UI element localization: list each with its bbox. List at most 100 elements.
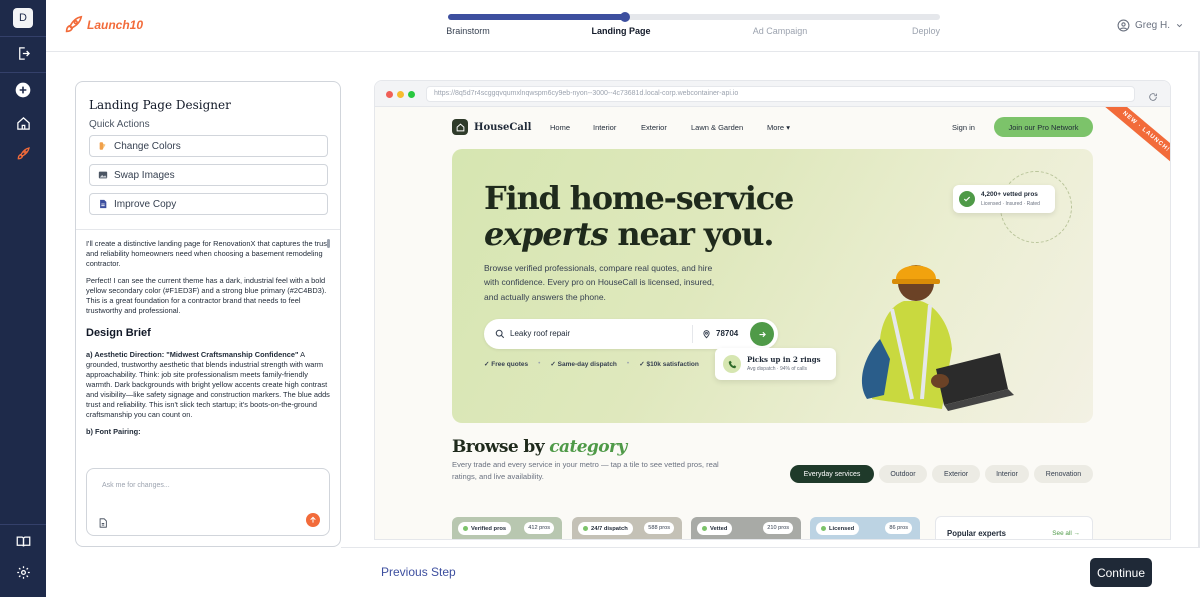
swap-images-button[interactable]: Swap Images [89, 164, 328, 186]
arrow-right-icon [759, 331, 766, 337]
attach-file-icon[interactable] [98, 515, 108, 533]
nav-home[interactable]: Home [550, 123, 570, 132]
add-icon[interactable] [13, 80, 33, 100]
card-count: 412 pros [524, 522, 554, 534]
logout-icon[interactable] [13, 43, 33, 63]
quick-actions-label: Quick Actions [89, 119, 150, 130]
housecall-logo[interactable]: HouseCall [452, 119, 531, 135]
hero-search-bar[interactable]: Leaky roof repair 78704 [484, 319, 778, 349]
user-menu[interactable]: Greg H. [1117, 19, 1184, 32]
nav-interior[interactable]: Interior [593, 123, 616, 132]
settings-icon[interactable] [13, 562, 33, 582]
step-deploy[interactable]: Deploy [912, 26, 940, 36]
browser-chrome: https://8q5d7r4scggqvqumxlnqwspm6cy9eb-n… [375, 81, 1170, 107]
card-count: 210 pros [763, 522, 793, 534]
filter-everyday-services[interactable]: Everyday services [790, 465, 874, 483]
housecall-brand: HouseCall [474, 121, 532, 133]
perk-item: ✓ $10k satisfaction [639, 361, 699, 368]
zip-code-input[interactable]: 78704 [716, 329, 738, 338]
sign-in-link[interactable]: Sign in [952, 123, 975, 132]
category-card[interactable]: Vetted 210 pros [691, 517, 801, 539]
perk-item: ✓ Same-day dispatch [550, 361, 617, 368]
chat-message: I'll create a distinctive landing page f… [86, 239, 329, 268]
perk-separator: • [538, 360, 541, 367]
search-icon [495, 329, 505, 339]
chat-log: I'll create a distinctive landing page f… [86, 239, 330, 459]
launch10-logo[interactable]: Launch10 [62, 14, 143, 36]
search-submit-button[interactable] [750, 322, 774, 346]
change-colors-button[interactable]: Change Colors [89, 135, 328, 157]
chat-scrollbar[interactable] [327, 239, 330, 248]
workspace-avatar[interactable]: D [13, 8, 33, 28]
card-tag: Vetted [697, 522, 733, 535]
reload-icon[interactable] [1148, 89, 1158, 107]
filter-interior[interactable]: Interior [985, 465, 1029, 483]
aesthetic-text: A grounded, trustworthy aesthetic that b… [86, 349, 330, 419]
window-close-dot [386, 91, 393, 98]
image-icon [98, 171, 108, 179]
category-card[interactable]: Verified pros 412 pros [452, 517, 562, 539]
join-pro-network-button[interactable]: Join our Pro Network [994, 117, 1093, 137]
card-count: 588 pros [644, 522, 674, 534]
perk-item: ✓ Free quotes [484, 361, 529, 368]
url-bar[interactable]: https://8q5d7r4scggqvqumxlnqwspm6cy9eb-n… [426, 86, 1135, 102]
swap-images-label: Swap Images [114, 169, 175, 181]
site-nav: HouseCall Home Interior Exterior Lawn & … [375, 107, 1170, 173]
filter-exterior[interactable]: Exterior [932, 465, 980, 483]
send-button[interactable] [306, 513, 320, 527]
progress-current-dot [620, 12, 631, 22]
arrow-up-icon [310, 516, 316, 523]
nav-lawn-garden[interactable]: Lawn & Garden [691, 123, 743, 132]
user-name: Greg H. [1134, 20, 1170, 31]
aesthetic-label: a) Aesthetic Direction: "Midwest Craftsm… [86, 349, 299, 359]
step-brainstorm[interactable]: Brainstorm [446, 26, 490, 36]
popular-experts-title: Popular experts [947, 529, 1006, 538]
improve-copy-button[interactable]: Improve Copy [89, 193, 328, 215]
document-icon [100, 199, 107, 209]
browse-heading: Browse by category [452, 437, 627, 457]
vetted-count: 4,200+ vetted pros [981, 191, 1038, 198]
composer-placeholder[interactable]: Ask me for changes... [102, 482, 170, 489]
rocket-icon[interactable] [13, 144, 33, 164]
book-icon[interactable] [13, 531, 33, 551]
house-icon [452, 119, 468, 135]
rail-divider [0, 36, 46, 37]
card-tag: Licensed [816, 522, 860, 535]
left-rail: D [0, 0, 46, 597]
filter-outdoor[interactable]: Outdoor [879, 465, 927, 483]
hero-perks: ✓ Free quotes • ✓ Same-day dispatch • ✓ … [484, 360, 699, 368]
logo-text: Launch10 [87, 18, 144, 32]
progress-fill [448, 14, 626, 20]
site-preview: https://8q5d7r4scggqvqumxlnqwspm6cy9eb-n… [374, 80, 1171, 540]
home-icon[interactable] [13, 113, 33, 133]
pickup-title: Picks up in 2 rings [747, 355, 821, 364]
vetted-pros-badge: 4,200+ vetted pros Licensed · Insured · … [953, 185, 1055, 213]
designer-panel: Landing Page Designer Quick Actions Chan… [75, 81, 341, 547]
browse-heading-emphasis: category [549, 437, 627, 457]
filter-renovation[interactable]: Renovation [1034, 465, 1093, 483]
app-root: D Launch10 Brainstorm Landing Page Ad Ca… [0, 0, 1200, 597]
contractor-photo [861, 265, 1014, 411]
hero-heading-line1: Find home-service [484, 179, 794, 217]
hero-heading-emphasis: experts [484, 215, 609, 253]
nav-more[interactable]: More ▾ [767, 123, 790, 132]
previous-step-button[interactable]: Previous Step [381, 565, 456, 579]
hero-section: Find home-service experts near you. Brow… [452, 149, 1093, 423]
nav-exterior[interactable]: Exterior [641, 123, 667, 132]
step-landing-page[interactable]: Landing Page [591, 26, 650, 36]
card-count: 86 pros [885, 522, 912, 534]
chat-composer[interactable]: Ask me for changes... [86, 468, 330, 536]
category-card[interactable]: 24/7 dispatch 588 pros [572, 517, 682, 539]
step-ad-campaign[interactable]: Ad Campaign [753, 26, 808, 36]
hero-heading-line2: experts near you. [484, 215, 774, 253]
panel-divider [76, 229, 340, 230]
category-card[interactable]: Licensed 86 pros [810, 517, 920, 539]
search-divider [692, 325, 693, 343]
change-colors-label: Change Colors [114, 140, 181, 152]
design-brief-heading: Design Brief [86, 326, 151, 339]
chevron-down-icon: ▾ [786, 123, 790, 132]
see-all-link[interactable]: See all → [1052, 530, 1080, 537]
continue-button[interactable]: Continue [1090, 558, 1152, 587]
user-icon [1117, 19, 1130, 32]
search-query-input[interactable]: Leaky roof repair [510, 329, 570, 338]
